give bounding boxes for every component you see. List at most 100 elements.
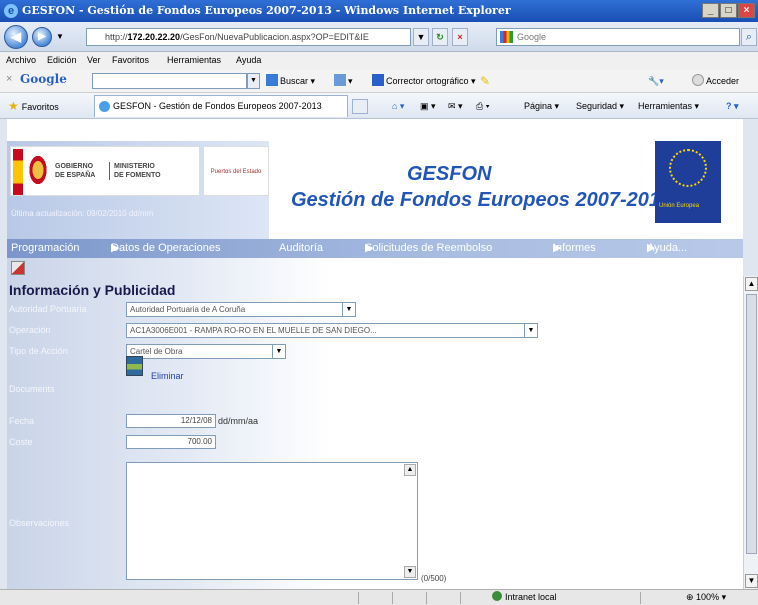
title-bar: e GESFON - Gestión de Fondos Europeos 20… (0, 0, 758, 22)
menu-edicion[interactable]: Edición (47, 52, 77, 69)
document-icon[interactable] (126, 356, 143, 376)
corrector-button[interactable]: Corrector ortográfico ▾ (372, 74, 476, 88)
browser-window: e GESFON - Gestión de Fondos Europeos 20… (0, 0, 758, 605)
scroll-up-icon[interactable]: ▲ (404, 464, 416, 476)
char-counter: (0/500) (421, 574, 447, 583)
site-banner: GOBIERNO DE ESPAÑA MINISTERIO DE FOMENTO… (7, 141, 743, 239)
refresh-icon[interactable]: ↻ (432, 28, 448, 46)
eliminar-link[interactable]: Eliminar (151, 371, 184, 381)
google-search-input[interactable] (92, 73, 247, 89)
submenu-arrow-icon: ▶ (111, 242, 120, 254)
address-prefix: http:// (105, 32, 128, 42)
coste-input[interactable]: 700.00 (126, 435, 216, 449)
minimize-button[interactable]: _ (702, 3, 719, 18)
back-button[interactable]: ◀ (4, 25, 28, 49)
nav-label: Solicitudes de Reembolso (365, 242, 493, 254)
puertos-logo: Puertos del Estado (203, 146, 269, 196)
print-icon[interactable]: ⎙ ▾ (476, 100, 489, 112)
recent-pages-dropdown-icon[interactable]: ▼ (56, 32, 64, 41)
observaciones-label: Observaciones (9, 518, 70, 528)
forward-button[interactable]: ▶ (32, 27, 52, 47)
home-icon[interactable]: ⌂ ▾ (392, 100, 404, 112)
scrollbar-thumb[interactable] (746, 294, 757, 554)
tipo-accion-value: Cartel de Obra (130, 347, 183, 356)
observaciones-textarea[interactable]: ▲ ▼ (126, 462, 418, 580)
search-icon[interactable]: ⌕ (741, 28, 757, 46)
herramientas-menu[interactable]: Herramientas ▾ (638, 100, 699, 112)
address-input[interactable]: http://172.20.22.20/GesFon/NuevaPublicac… (86, 28, 411, 46)
logo-area: GOBIERNO DE ESPAÑA MINISTERIO DE FOMENTO… (7, 141, 269, 239)
globe-icon (492, 591, 502, 601)
new-tab-button[interactable] (352, 99, 368, 114)
tipo-accion-label: Tipo de Acción (9, 346, 68, 356)
menu-favoritos[interactable]: Favoritos (112, 52, 149, 69)
submenu-arrow-icon: ▶ (365, 242, 374, 254)
status-bar: Intranet local ⊕ 100% ▾ (0, 589, 758, 605)
feeds-icon[interactable]: ▣ ▾ (420, 100, 436, 112)
search-input[interactable]: Google (496, 28, 740, 46)
scroll-down-icon[interactable]: ▼ (745, 574, 758, 588)
seguridad-menu[interactable]: Seguridad ▾ (576, 100, 624, 112)
herramientas-label: Herramientas (638, 101, 693, 111)
tipo-accion-select[interactable]: Cartel de Obra ▼ (126, 344, 286, 359)
tab-gesfon[interactable]: GESFON - Gestión de Fondos Europeos 2007… (94, 95, 348, 117)
menu-bar: Archivo Edición Ver Favoritos Herramient… (0, 52, 758, 69)
google-search-dropdown[interactable]: ▼ (247, 73, 260, 89)
autoridad-select[interactable]: Autoridad Portuaria de A Coruña ▼ (126, 302, 356, 317)
menu-ayuda[interactable]: Ayuda (236, 52, 261, 69)
acceder-button[interactable]: Acceder (692, 74, 739, 88)
coste-value: 700.00 (187, 437, 212, 446)
chevron-down-icon: ▼ (524, 324, 537, 337)
address-dropdown-button[interactable]: ▼ (413, 28, 429, 46)
documents-label: Documents (9, 384, 55, 394)
google-logo: Google (20, 72, 67, 86)
nav-label: Auditoría (279, 242, 324, 254)
stop-icon[interactable]: × (452, 28, 468, 46)
page-scrollbar[interactable]: ▲ ▼ (743, 276, 758, 589)
scroll-up-icon[interactable]: ▲ (745, 277, 758, 291)
close-toolbar-icon[interactable]: × (6, 73, 12, 85)
internet-explorer-icon: e (4, 4, 18, 18)
status-divider (392, 592, 393, 604)
app-subtitle: Gestión de Fondos Europeos 2007-2013 (291, 189, 672, 211)
mail-icon[interactable]: ✉ ▾ (448, 100, 463, 112)
buscar-button[interactable]: Buscar ▾ (266, 74, 315, 88)
nav-label: Datos de Operaciones (111, 242, 221, 254)
pdf-export-icon[interactable] (11, 261, 25, 275)
scroll-down-icon[interactable]: ▼ (404, 566, 416, 578)
address-toolbar: ◀ ▶ ▼ http://172.20.22.20/GesFon/NuevaPu… (0, 22, 758, 52)
window-title: GESFON - Gestión de Fondos Europeos 2007… (22, 4, 511, 17)
help-icon[interactable]: ? ▾ (726, 100, 739, 112)
search-placeholder: Google (517, 32, 547, 42)
ministerio-text: MINISTERIO DE FOMENTO (109, 162, 161, 180)
spellcheck-icon (372, 74, 384, 86)
nav-label: Programación (11, 242, 80, 254)
fecha-value: 12/12/08 (180, 416, 212, 425)
zoom-control[interactable]: ⊕ 100% ▾ (686, 590, 726, 605)
close-button[interactable]: × (738, 3, 755, 18)
operacion-select[interactable]: AC1A3006E001 - RAMPA RO-RO EN EL MUELLE … (126, 323, 538, 338)
bookmark-button[interactable]: ▾ (334, 74, 353, 88)
menu-ver[interactable]: Ver (87, 52, 101, 69)
last-update-text: Última actualización: 09/02/2010 dd/mm (11, 209, 154, 218)
coste-label: Coste (9, 437, 33, 447)
highlighter-icon[interactable]: ✎ (480, 74, 490, 88)
submenu-arrow-icon: ▶ (553, 242, 562, 254)
buscar-label: Buscar (280, 76, 309, 86)
wrench-icon[interactable]: 🔧▾ (648, 74, 664, 88)
status-divider (640, 592, 641, 604)
status-divider (460, 592, 461, 604)
fecha-label: Fecha (9, 416, 35, 426)
chevron-down-icon: ▼ (272, 345, 285, 358)
google-icon (500, 31, 513, 43)
menu-herramientas[interactable]: Herramientas (167, 52, 221, 69)
maximize-button[interactable]: □ (720, 3, 737, 18)
security-zone[interactable]: Intranet local (492, 590, 557, 605)
favorites-button[interactable]: ★ Favoritos (8, 99, 59, 114)
menu-archivo[interactable]: Archivo (6, 52, 36, 69)
page-title: Información y Publicidad (9, 282, 176, 298)
pagina-menu[interactable]: Página ▾ (524, 100, 559, 112)
eu-label: Unión Europea (659, 203, 700, 209)
fecha-input[interactable]: 12/12/08 (126, 414, 216, 428)
address-host: 172.20.22.20 (127, 32, 181, 42)
